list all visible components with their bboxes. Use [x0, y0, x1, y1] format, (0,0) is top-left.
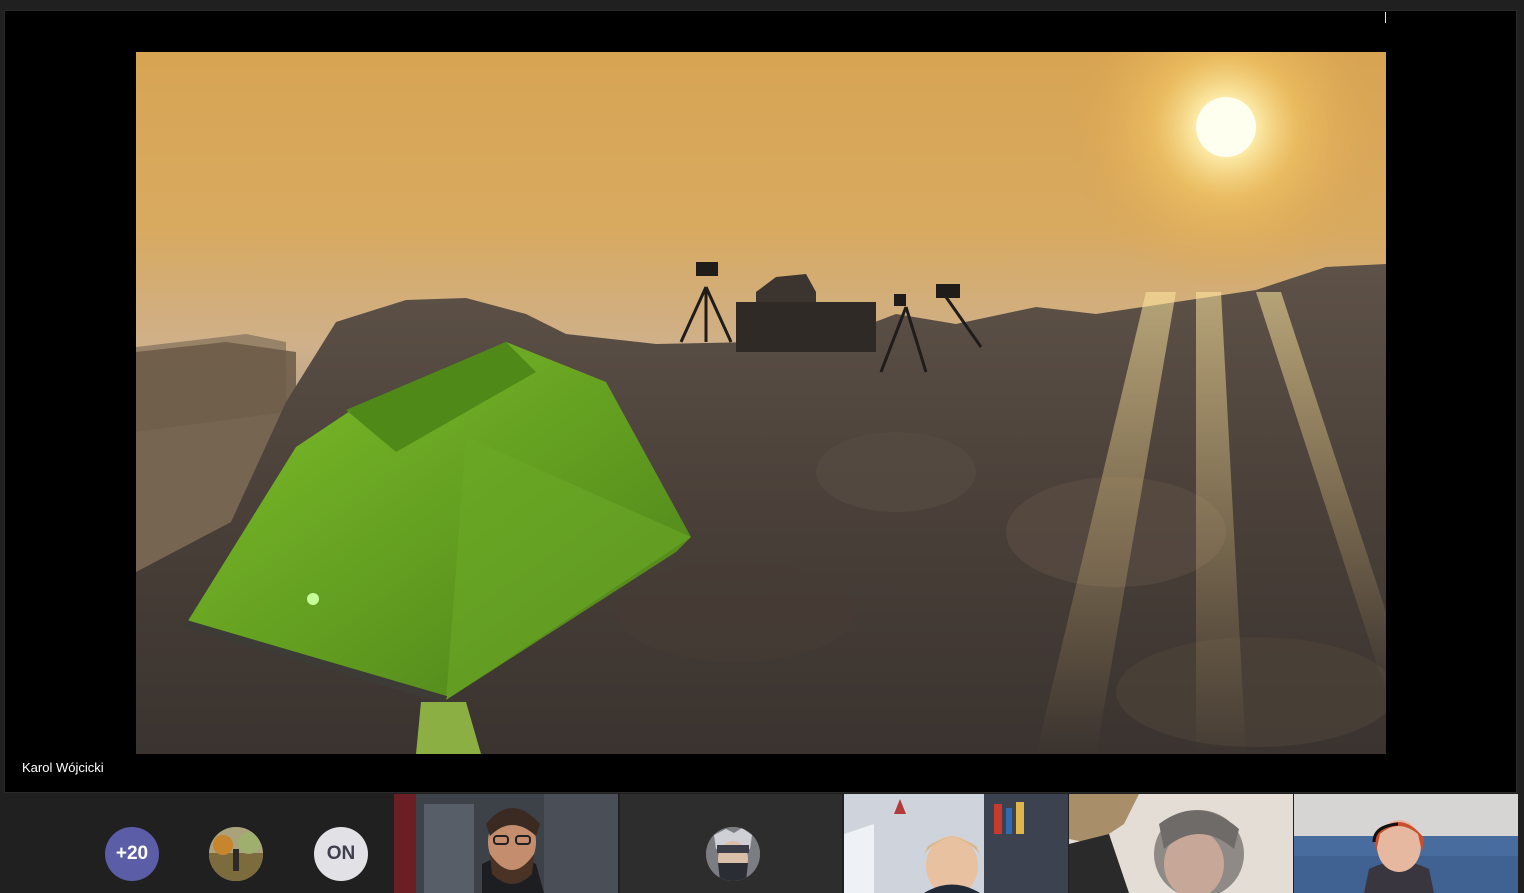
avatar-photo [706, 827, 760, 881]
participants-overflow-button[interactable]: +20 [105, 827, 159, 881]
text-cursor-mark [1385, 12, 1386, 23]
participant-video-tile[interactable] [844, 794, 1068, 893]
participant-avatar[interactable] [209, 827, 263, 881]
participant-initials-badge[interactable]: ON [314, 827, 368, 881]
shared-video [136, 52, 1386, 754]
presenter-name-label: Karol Wójcicki [22, 760, 104, 775]
landscape-scene [136, 52, 1386, 754]
participant-video-feed [1069, 794, 1293, 893]
participant-video-feed [1294, 794, 1518, 893]
meeting-window: Karol Wójcicki +20 ON [0, 0, 1524, 893]
participant-video-tile[interactable] [1069, 794, 1293, 893]
participant-video-feed [844, 794, 1068, 893]
participant-avatar-tile[interactable] [620, 794, 842, 893]
participant-video-feed [394, 794, 618, 893]
participant-roster: +20 ON [0, 794, 1524, 893]
participant-video-tile[interactable] [1294, 794, 1518, 893]
participant-video-tile[interactable] [394, 794, 618, 893]
presenter-stage[interactable]: Karol Wójcicki [4, 10, 1517, 793]
participant-avatar [706, 827, 760, 881]
avatar-photo [209, 827, 263, 881]
